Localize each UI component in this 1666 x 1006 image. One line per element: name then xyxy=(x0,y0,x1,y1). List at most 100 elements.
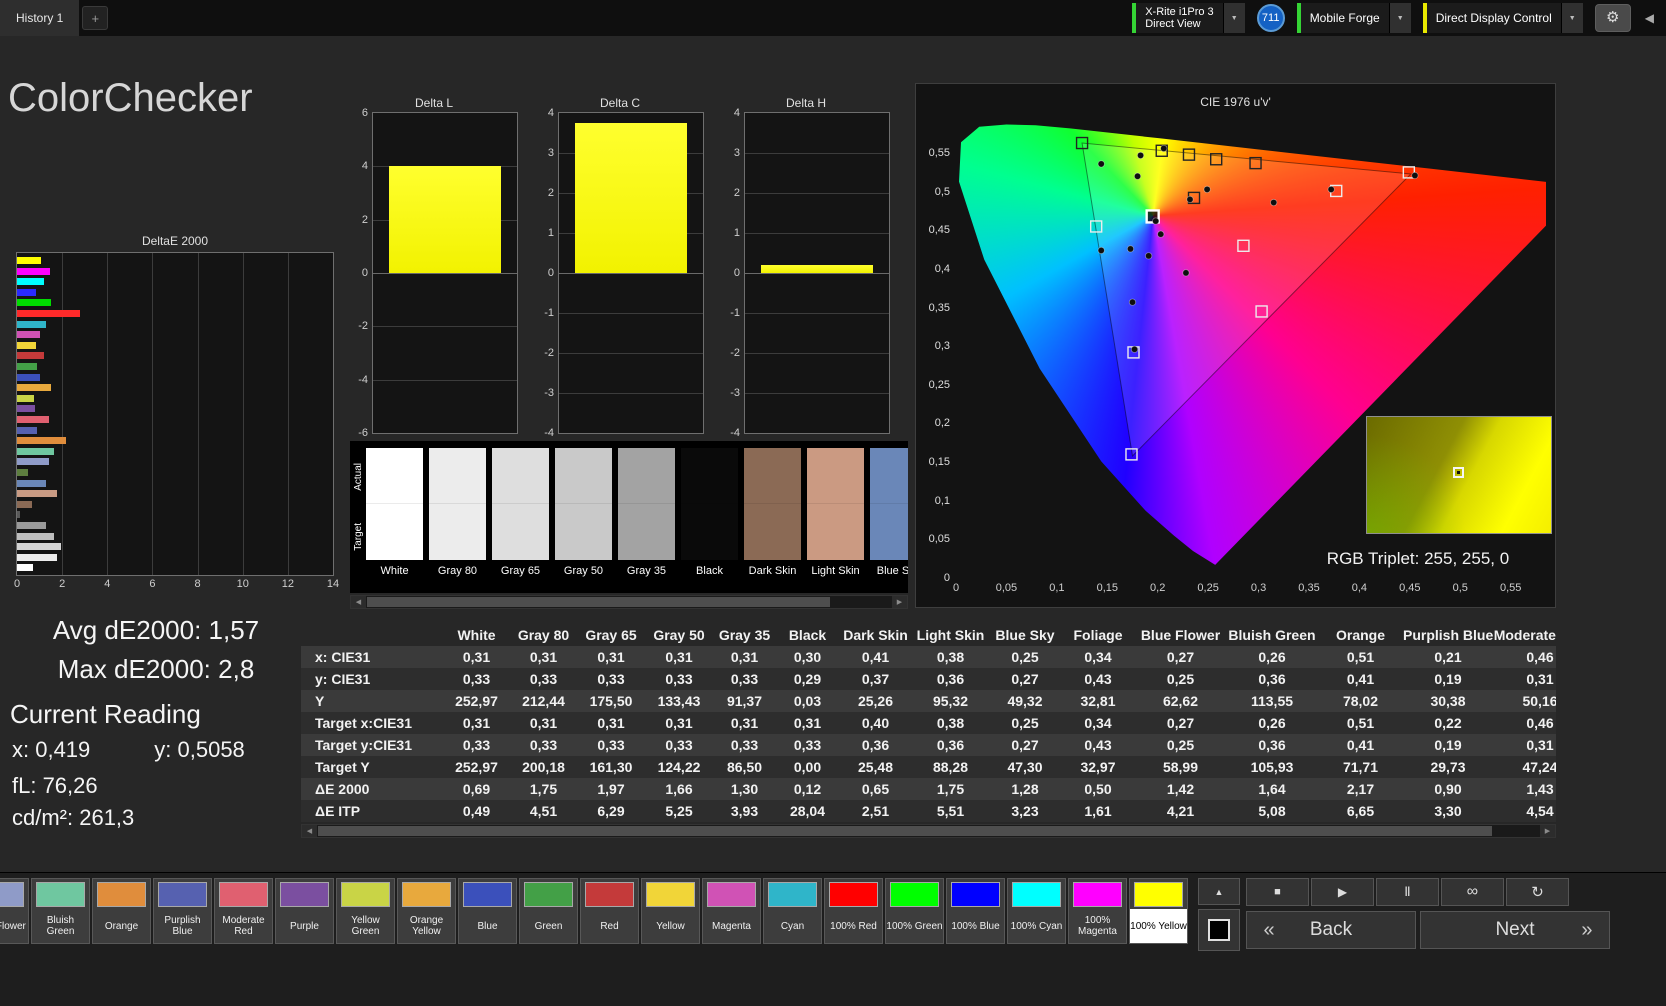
table-cell: 0,33 xyxy=(713,668,776,690)
table-cell: 0,33 xyxy=(510,668,577,690)
patch-button-yellow[interactable]: Yellow xyxy=(641,878,700,944)
patch-button-100-red[interactable]: 100% Red xyxy=(824,878,883,944)
patch-button-cyan[interactable]: Cyan xyxy=(763,878,822,944)
delta-c-title: Delta C xyxy=(534,96,706,112)
measured-point-marker xyxy=(1412,172,1418,178)
gridline xyxy=(745,313,889,314)
deltae-bar xyxy=(17,289,36,296)
patch-button-purple[interactable]: Purple xyxy=(275,878,334,944)
patch-button-100-cyan[interactable]: 100% Cyan xyxy=(1007,878,1066,944)
row-label: y: CIE31 xyxy=(301,668,443,690)
zoom-inset xyxy=(1366,416,1552,534)
table-cell: 1,66 xyxy=(645,778,713,800)
axis-tick-label: -1 xyxy=(730,307,740,319)
chevron-down-icon[interactable]: ▼ xyxy=(1561,3,1583,33)
deltae-bar xyxy=(17,501,32,508)
table-cell: 0,31 xyxy=(713,646,776,668)
collapse-panel-chevron-icon[interactable]: ◀ xyxy=(1643,11,1656,25)
patch-button-100-green[interactable]: 100% Green xyxy=(885,878,944,944)
deltae-bar xyxy=(17,384,51,391)
patch-button-100-magenta[interactable]: 100% Magenta xyxy=(1068,878,1127,944)
table-header-row: WhiteGray 80Gray 65Gray 50Gray 35BlackDa… xyxy=(301,624,1556,646)
axis-tick-label: 4 xyxy=(362,160,368,172)
scroll-thumb[interactable] xyxy=(367,597,830,607)
deltae-bar xyxy=(17,310,80,317)
back-chevron-icon: « xyxy=(1261,919,1277,942)
reading-count-badge[interactable]: 711 xyxy=(1257,4,1285,32)
gear-icon[interactable]: ⚙ xyxy=(1595,4,1631,32)
scroll-left-icon[interactable]: ◀ xyxy=(302,825,317,837)
next-button[interactable]: Next » xyxy=(1420,911,1610,949)
patch-button-green[interactable]: Green xyxy=(519,878,578,944)
table-cell: 5,08 xyxy=(1226,800,1318,822)
meter-device-dropdown[interactable]: X-Rite i1Pro 3 Direct View ▼ xyxy=(1132,3,1244,33)
add-tab-button[interactable]: + xyxy=(82,6,108,30)
refresh-button[interactable]: ↻ xyxy=(1506,878,1569,906)
measured-point-marker xyxy=(1183,270,1189,276)
swatch-scrollbar[interactable]: ◀ ▶ xyxy=(350,595,908,609)
axis-tick-label: 0,05 xyxy=(914,533,950,545)
chevron-down-icon[interactable]: ▼ xyxy=(1223,3,1245,33)
table-row: ΔE ITP0,494,516,295,253,9328,042,515,513… xyxy=(301,800,1556,822)
measured-point-marker xyxy=(1152,218,1158,224)
scroll-right-icon[interactable]: ▶ xyxy=(892,596,907,608)
chevron-down-icon[interactable]: ▼ xyxy=(1389,3,1411,33)
delta-l-chart: Delta L 6420-2-4-6 xyxy=(348,96,520,434)
play-button[interactable]: ▶ xyxy=(1311,878,1374,906)
swatch-row-labels: Actual Target xyxy=(350,441,366,567)
pattern-generator-dropdown[interactable]: Mobile Forge ▼ xyxy=(1297,3,1411,33)
scroll-right-icon[interactable]: ▶ xyxy=(1540,825,1555,837)
table-cell: 0,29 xyxy=(776,668,839,690)
pause-button[interactable]: Ⅱ xyxy=(1376,878,1439,906)
table-cell: 212,44 xyxy=(510,690,577,712)
display-control-label: Direct Display Control xyxy=(1436,12,1552,24)
table-cell: 0,37 xyxy=(839,668,912,690)
meter-device-line1: X-Rite i1Pro 3 xyxy=(1145,6,1213,18)
top-bar: History 1 + X-Rite i1Pro 3 Direct View ▼… xyxy=(0,0,1666,36)
swatch-actual-half xyxy=(744,448,801,504)
scroll-track[interactable] xyxy=(317,825,1540,837)
column-header: Moderate Red xyxy=(1493,624,1556,646)
history-tab[interactable]: History 1 xyxy=(0,0,79,36)
swatch-label: Black xyxy=(681,565,738,577)
scroll-left-icon[interactable]: ◀ xyxy=(351,596,366,608)
patch-button-moderate-red[interactable]: Moderate Red xyxy=(214,878,273,944)
table-cell: 1,75 xyxy=(510,778,577,800)
column-header: Dark Skin xyxy=(839,624,912,646)
patch-label: Bluish Green xyxy=(32,909,89,943)
patch-button-orange[interactable]: Orange xyxy=(92,878,151,944)
table-cell: 0,27 xyxy=(989,734,1061,756)
table-row: Y252,97212,44175,50133,4391,370,0325,269… xyxy=(301,690,1556,712)
scroll-thumb[interactable] xyxy=(318,826,1492,836)
patch-swatch xyxy=(158,882,207,907)
patch-button-100-blue[interactable]: 100% Blue xyxy=(946,878,1005,944)
patch-button-blue-flower[interactable]: Blue Flower xyxy=(0,878,29,944)
collapse-toolbar-button[interactable]: ▲ xyxy=(1198,878,1240,905)
patch-button-yellow-green[interactable]: Yellow Green xyxy=(336,878,395,944)
table-cell: 25,26 xyxy=(839,690,912,712)
patch-button-red[interactable]: Red xyxy=(580,878,639,944)
table-cell: 1,64 xyxy=(1226,778,1318,800)
scroll-track[interactable] xyxy=(366,596,892,608)
delta-bar xyxy=(575,123,687,273)
column-header: Gray 50 xyxy=(645,624,713,646)
back-button[interactable]: « Back xyxy=(1246,911,1416,949)
patch-button-100-yellow[interactable]: 100% Yellow xyxy=(1129,878,1188,944)
gridline xyxy=(559,313,703,314)
table-cell: 0,22 xyxy=(1403,712,1493,734)
patch-button-orange-yellow[interactable]: Orange Yellow xyxy=(397,878,456,944)
gridline xyxy=(288,253,289,575)
loop-button[interactable]: ∞ xyxy=(1441,878,1504,906)
axis-tick-label: 10 xyxy=(237,578,249,590)
delta-bar xyxy=(389,166,501,273)
stop-button[interactable]: ■ xyxy=(1246,878,1309,906)
display-control-dropdown[interactable]: Direct Display Control ▼ xyxy=(1423,3,1583,33)
table-scrollbar[interactable]: ◀ ▶ xyxy=(301,824,1556,838)
pattern-window-button[interactable] xyxy=(1198,909,1240,951)
patch-button-blue[interactable]: Blue xyxy=(458,878,517,944)
measured-point-marker xyxy=(1134,173,1140,179)
patch-button-magenta[interactable]: Magenta xyxy=(702,878,761,944)
patch-button-purplish-blue[interactable]: Purplish Blue xyxy=(153,878,212,944)
table-cell: 0,46 xyxy=(1493,646,1556,668)
patch-button-bluish-green[interactable]: Bluish Green xyxy=(31,878,90,944)
